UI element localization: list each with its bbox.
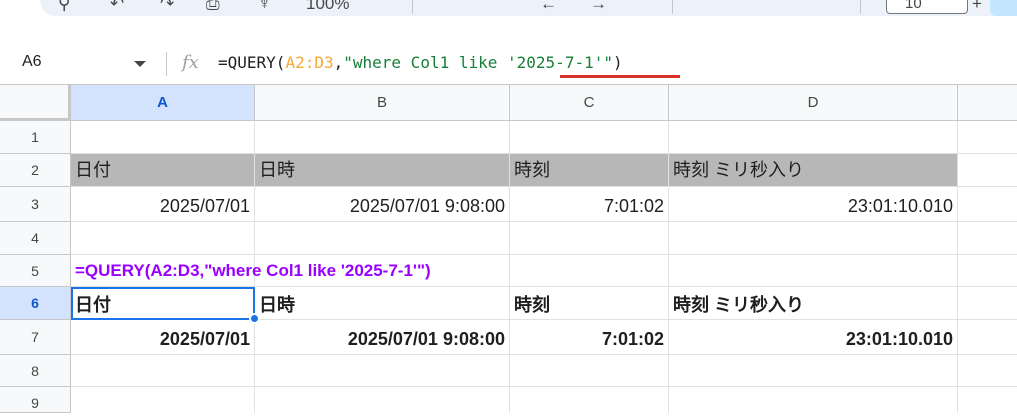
formula-close: ) [612,53,623,72]
row-header-2[interactable]: 2 [0,154,71,187]
cell-d5[interactable] [669,255,958,287]
cell-a4[interactable] [71,222,255,255]
row-header-9[interactable]: 9 [0,387,71,413]
cell-c9[interactable] [510,387,669,413]
print-icon[interactable]: ⎙ [206,0,220,14]
formula-function: =QUERY( [218,53,286,72]
cell-d4[interactable] [669,222,958,255]
row-header-6[interactable]: 6 [0,287,71,320]
cell-e4[interactable] [958,222,1017,255]
formula-bar-divider [166,52,167,76]
cell-a1[interactable] [71,121,255,154]
cell-c2[interactable]: 時刻 [510,154,669,187]
column-header-d[interactable]: D [669,85,958,121]
decrease-decimal-icon[interactable]: ← [540,0,557,14]
cell-e8[interactable] [958,355,1017,387]
cell-c8[interactable] [510,355,669,387]
toolbar-strip [40,0,1017,16]
undo-icon[interactable]: ↶ [110,0,124,14]
cell-b6[interactable]: 日時 [255,287,510,320]
cell-c1[interactable] [510,121,669,154]
cell-a8[interactable] [71,355,255,387]
paint-format-icon[interactable]: ♆ [258,0,271,14]
column-header-c[interactable]: C [510,85,669,121]
cell-d1[interactable] [669,121,958,154]
cell-e5[interactable] [958,255,1017,287]
cell-a7[interactable]: 2025/07/01 [71,320,255,355]
cell-d2[interactable]: 時刻 ミリ秒入り [669,154,958,187]
cell-b9[interactable] [255,387,510,413]
cell-e7[interactable] [958,320,1017,355]
cell-b2[interactable]: 日時 [255,154,510,187]
column-header-b[interactable]: B [255,85,510,121]
cell-b1[interactable] [255,121,510,154]
cell-c6[interactable]: 時刻 [510,287,669,320]
cell-e1[interactable] [958,121,1017,154]
cell-b7[interactable]: 2025/07/01 9:08:00 [255,320,510,355]
formula-note-text: =QUERY(A2:D3,"where Col1 like '2025-7-1'… [75,261,431,280]
cell-c5[interactable] [510,255,669,287]
increase-font-size-icon[interactable]: + [972,0,982,14]
formula-string: "where Col1 like [343,53,508,72]
cell-d7[interactable]: 23:01:10.010 [669,320,958,355]
fill-handle[interactable] [249,313,260,324]
cell-b4[interactable] [255,222,510,255]
row-header-5[interactable]: 5 [0,255,71,287]
formula-bar: A6 fx =QUERY(A2:D3,"where Col1 like '202… [0,44,1017,85]
formula-string-end: " [603,53,613,72]
column-header-a[interactable]: A [71,85,255,121]
cell-b3[interactable]: 2025/07/01 9:08:00 [255,187,510,222]
row-header-3[interactable]: 3 [0,187,71,222]
increase-decimal-icon[interactable]: → [590,0,607,14]
cell-d9[interactable] [669,387,958,413]
toolbar-toggle-icon[interactable] [990,0,1017,16]
row-header-7[interactable]: 7 [0,320,71,355]
font-size-input[interactable]: 10 [886,0,968,14]
cell-a2[interactable]: 日付 [71,154,255,187]
font-size-value: 10 [905,0,922,12]
cell-e2[interactable] [958,154,1017,187]
cell-e3[interactable] [958,187,1017,222]
select-all-corner[interactable] [0,85,71,121]
zoom-select[interactable]: 100% [306,0,349,14]
cell-c4[interactable] [510,222,669,255]
formula-range: A2:D3 [285,53,334,72]
cell-d3[interactable]: 23:01:10.010 [669,187,958,222]
formula-comma: , [333,53,344,72]
red-underline [560,75,680,78]
cell-c3[interactable]: 7:01:02 [510,187,669,222]
toolbar-divider [412,0,413,14]
row-header-8[interactable]: 8 [0,355,71,387]
toolbar-divider [672,0,673,14]
toolbar-divider [860,0,861,14]
name-box[interactable]: A6 [22,53,42,71]
cell-e6[interactable] [958,287,1017,320]
cell-e9[interactable] [958,387,1017,413]
formula-string-date: '2025-7-1' [507,53,604,72]
formula-input[interactable]: =QUERY(A2:D3,"where Col1 like '2025-7-1'… [218,53,623,72]
fx-icon: fx [182,52,199,73]
cell-a9[interactable] [71,387,255,413]
row-header-4[interactable]: 4 [0,222,71,255]
cell-c7[interactable]: 7:01:02 [510,320,669,355]
cell-a3[interactable]: 2025/07/01 [71,187,255,222]
cell-b8[interactable] [255,355,510,387]
chevron-down-icon[interactable] [134,61,146,67]
cell-d6[interactable]: 時刻 ミリ秒入り [669,287,958,320]
row-header-1[interactable]: 1 [0,121,71,154]
search-icon[interactable]: ⚲ [58,0,70,14]
cell-d8[interactable] [669,355,958,387]
toolbar: ⚲ ↶ ↷ ⎙ ♆ 100% ← → 10 + [0,0,1017,44]
cell-a6[interactable]: 日付 [71,287,255,320]
redo-icon[interactable]: ↷ [160,0,174,14]
column-header-e[interactable] [958,85,1017,121]
